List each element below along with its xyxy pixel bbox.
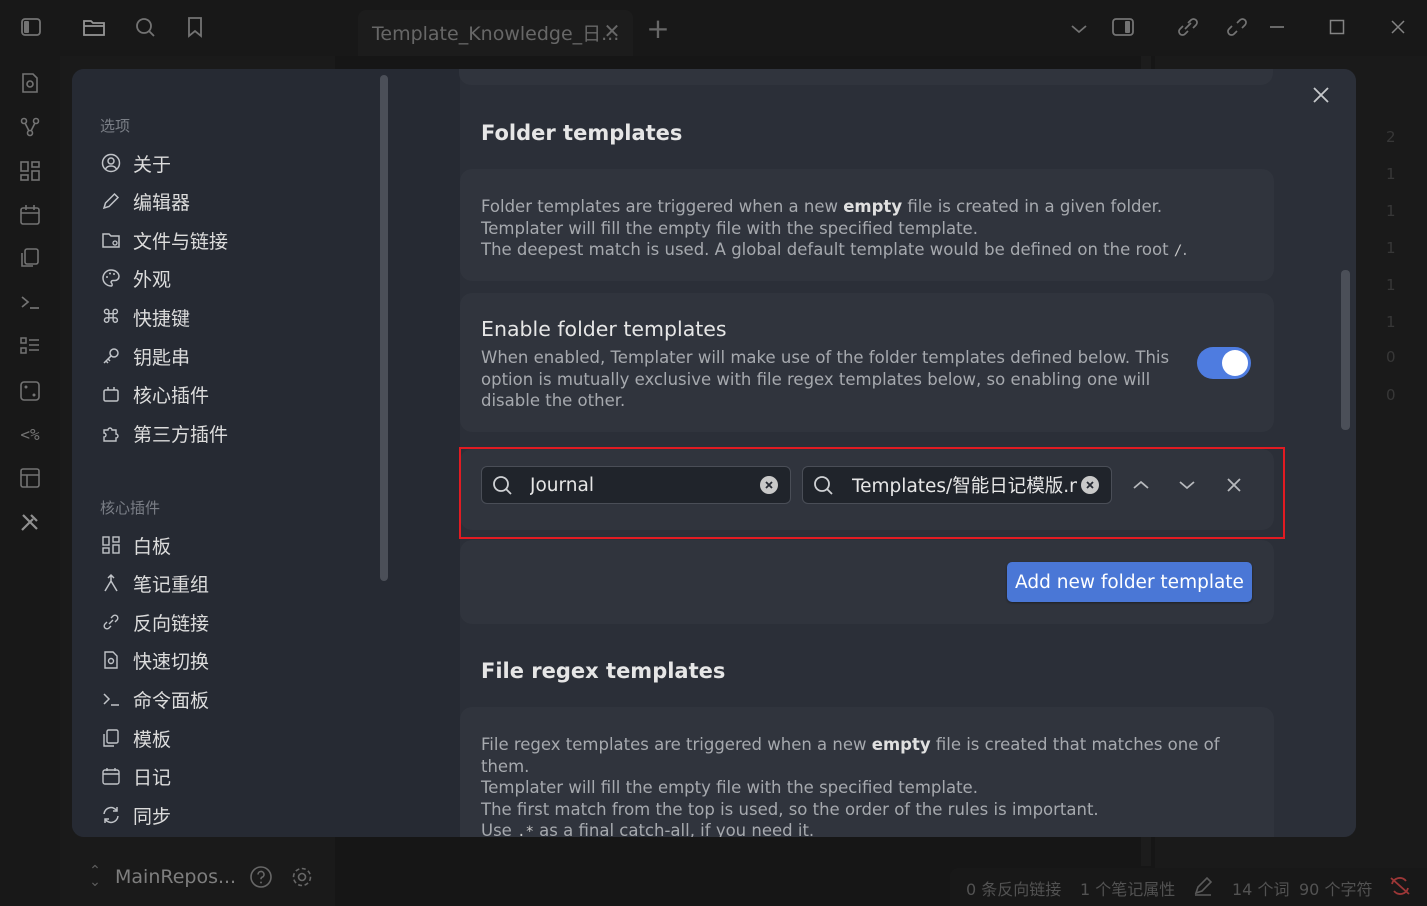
sidebar-item-appearance[interactable]: 外观	[100, 263, 171, 293]
folder-templates-info-card: Folder templates are triggered when a ne…	[460, 169, 1274, 281]
sidebar-item-label: 第三方插件	[133, 423, 229, 446]
merge-icon	[100, 572, 122, 594]
add-folder-template-card: Add new folder template	[460, 540, 1274, 624]
sidebar-item-templates[interactable]: 模板	[100, 723, 171, 753]
calendar-icon	[100, 765, 122, 787]
sidebar-item-command-palette[interactable]: 命令面板	[100, 684, 209, 714]
puzzle-icon	[100, 422, 122, 444]
options-heading: 选项	[100, 117, 131, 135]
command-icon: ⌘	[101, 306, 121, 328]
folder-templates-description: Folder templates are triggered when a ne…	[481, 197, 1188, 259]
sync-icon	[100, 804, 122, 826]
files-icon	[100, 727, 122, 749]
enable-folder-templates-description: When enabled, Templater will make use of…	[481, 348, 1170, 410]
previous-section-card	[459, 69, 1273, 85]
sidebar-item-quick-switcher[interactable]: 快速切换	[100, 645, 209, 675]
terminal-icon	[100, 688, 122, 710]
sidebar-item-label: 核心插件	[133, 384, 210, 407]
file-regex-description: File regex templates are triggered when …	[481, 735, 1220, 837]
sidebar-item-community-plugins[interactable]: 第三方插件	[100, 418, 228, 448]
sidebar-item-files-links[interactable]: 文件与链接	[100, 225, 228, 255]
enable-folder-templates-toggle[interactable]	[1197, 347, 1251, 379]
canvas-icon	[100, 534, 122, 556]
sidebar-item-label: 笔记重组	[133, 573, 210, 596]
sidebar-item-daily-notes[interactable]: 日记	[100, 761, 171, 791]
sidebar-item-label: 模板	[133, 728, 172, 751]
sidebar-item-editor[interactable]: 编辑器	[100, 186, 190, 216]
pencil-icon	[100, 190, 122, 212]
sidebar-item-note-composer[interactable]: 笔记重组	[100, 568, 209, 598]
user-circle-icon	[100, 152, 122, 174]
palette-icon	[100, 267, 122, 289]
sidebar-item-label: 白板	[133, 535, 172, 558]
add-folder-template-button[interactable]: Add new folder template	[1007, 562, 1252, 602]
sidebar-item-label: 文件与链接	[133, 230, 229, 253]
folder-templates-heading: Folder templates	[481, 121, 683, 145]
sidebar-item-label: 命令面板	[133, 689, 210, 712]
sidebar-item-label: 关于	[133, 153, 172, 176]
backlink-icon	[100, 611, 122, 633]
sidebar-item-about[interactable]: 关于	[100, 148, 171, 178]
folder-cog-icon	[100, 229, 122, 251]
file-search-icon	[100, 649, 122, 671]
settings-sidebar: 选项 关于 编辑器 文件与链接 外观 ⌘ 快捷键 钥匙串 核心插件 第三方插件 …	[72, 69, 460, 837]
sidebar-item-core-plugins[interactable]: 核心插件	[100, 379, 209, 409]
enable-folder-templates-title: Enable folder templates	[481, 317, 727, 341]
sidebar-item-sync[interactable]: 同步	[100, 800, 171, 830]
sidebar-item-hotkeys[interactable]: ⌘ 快捷键	[100, 302, 191, 332]
file-regex-templates-heading: File regex templates	[481, 659, 726, 683]
close-settings-icon[interactable]	[1308, 82, 1334, 108]
sidebar-item-label: 同步	[133, 805, 172, 828]
enable-folder-templates-card: Enable folder templates When enabled, Te…	[460, 293, 1274, 432]
core-plugins-heading: 核心插件	[100, 499, 161, 517]
annotation-highlight-box	[459, 447, 1285, 539]
sidebar-item-label: 反向链接	[133, 612, 210, 635]
toggle-knob	[1222, 350, 1248, 376]
sidebar-item-label: 快捷键	[133, 307, 191, 330]
sidebar-item-keychain[interactable]: 钥匙串	[100, 341, 190, 371]
sidebar-item-backlinks[interactable]: 反向链接	[100, 607, 209, 637]
sidebar-item-label: 编辑器	[133, 191, 191, 214]
sidebar-item-canvas[interactable]: 白板	[100, 530, 171, 560]
sidebar-item-label: 快速切换	[133, 650, 210, 673]
key-icon	[100, 345, 122, 367]
sidebar-item-label: 日记	[133, 766, 172, 789]
plug-icon	[100, 383, 122, 405]
sidebar-item-label: 外观	[133, 268, 172, 291]
sidebar-scrollbar[interactable]	[380, 75, 388, 581]
sidebar-item-label: 钥匙串	[133, 346, 191, 369]
file-regex-info-card: File regex templates are triggered when …	[460, 707, 1274, 837]
content-scrollbar[interactable]	[1341, 270, 1350, 430]
